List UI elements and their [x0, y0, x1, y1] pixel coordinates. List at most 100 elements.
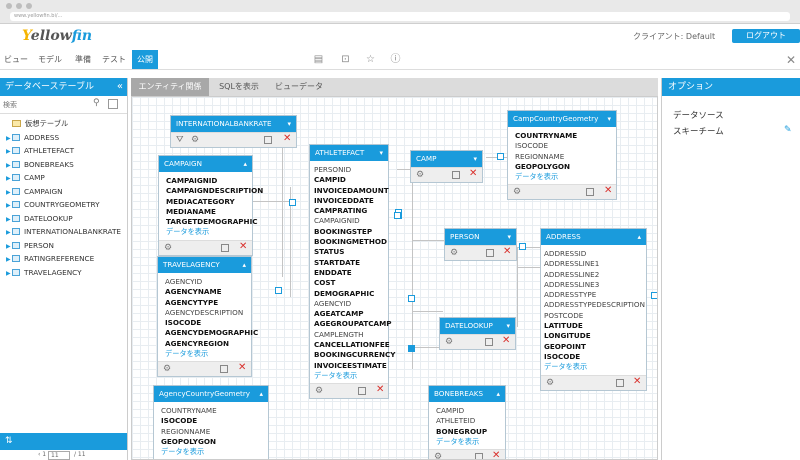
- delete-icon[interactable]: ✕: [283, 133, 291, 144]
- field[interactable]: TARGETDEMOGRAPHIC: [166, 217, 258, 227]
- settings-icon[interactable]: ⚙: [513, 187, 521, 197]
- field[interactable]: ATHLETEID: [436, 416, 500, 426]
- delete-icon[interactable]: ✕: [633, 376, 641, 387]
- entity-agencycountrygeometry[interactable]: AgencyCountryGeometry ▴ COUNTRYNAME ISOCO…: [153, 385, 269, 459]
- entity-header[interactable]: AgencyCountryGeometry ▴: [154, 386, 268, 402]
- copy-icon[interactable]: [452, 171, 460, 179]
- entity-header[interactable]: CAMP ▾: [411, 151, 482, 167]
- field[interactable]: AGENCYTYPE: [165, 298, 246, 308]
- field[interactable]: GEOPOLYGON: [161, 437, 263, 447]
- menu-test[interactable]: テスト: [102, 50, 126, 69]
- lock-icon[interactable]: ⊡: [340, 54, 351, 65]
- logout-button[interactable]: ログアウト: [732, 29, 800, 43]
- field[interactable]: CAMPRATING: [314, 206, 383, 216]
- yellowfin-logo[interactable]: Yellowfin: [22, 28, 92, 44]
- field[interactable]: ADDRESSTYPEDESCRIPTION: [544, 300, 645, 310]
- entity-person[interactable]: PERSON ▾ ⚙ ✕: [444, 228, 517, 261]
- field[interactable]: LONGITUDE: [544, 331, 641, 341]
- filter-icon[interactable]: ⛛: [176, 135, 184, 145]
- copy-icon[interactable]: [475, 453, 483, 459]
- tree-item-campaign[interactable]: ▶ CAMPAIGN: [0, 185, 127, 199]
- tree-item-bonebreaks[interactable]: ▶ BONEBREAKS: [0, 158, 127, 172]
- tree-item-travelagency[interactable]: ▶ TRAVELAGENCY: [0, 266, 127, 280]
- entity-header[interactable]: ATHLETEFACT ▾: [310, 145, 388, 161]
- entity-campaign[interactable]: CAMPAIGN ▴ CAMPAIGNID CAMPAIGNDESCRIPTION…: [158, 155, 263, 256]
- field[interactable]: COUNTRYNAME: [161, 406, 263, 416]
- settings-icon[interactable]: ⚙: [450, 248, 458, 258]
- delete-icon[interactable]: ✕: [503, 246, 511, 257]
- tree-item-virtual-table[interactable]: 仮想テーブル: [0, 117, 127, 131]
- field[interactable]: BONEGROUP: [436, 427, 500, 437]
- field[interactable]: CAMPID: [436, 406, 500, 416]
- star-icon[interactable]: ☆: [365, 54, 376, 65]
- field[interactable]: INVOICEDDATE: [314, 196, 383, 206]
- field[interactable]: AGENCYREGION: [165, 339, 246, 349]
- minimize-window-dot[interactable]: [16, 3, 22, 9]
- field[interactable]: CAMPLENGTH: [314, 330, 383, 340]
- entity-datelookup[interactable]: DATELOOKUP ▾ ⚙ ✕: [439, 317, 516, 350]
- tree-item-ratingreference[interactable]: ▶ RATINGREFERENCE: [0, 252, 127, 266]
- field[interactable]: LATITUDE: [544, 321, 641, 331]
- field[interactable]: AGEATCAMP: [314, 309, 383, 319]
- collapse-icon[interactable]: «: [117, 78, 123, 96]
- field[interactable]: ISOCODE: [161, 416, 263, 426]
- field[interactable]: ISOCODE: [165, 318, 246, 328]
- copy-icon[interactable]: [220, 365, 228, 374]
- field[interactable]: ISOCODE: [515, 141, 611, 151]
- field[interactable]: CAMPAIGNID: [166, 176, 247, 186]
- settings-icon[interactable]: ⚙: [163, 364, 171, 374]
- show-data-link[interactable]: データを表示: [544, 362, 641, 372]
- menu-view[interactable]: ビュー: [4, 50, 28, 69]
- tree-item-internationalbankrate[interactable]: ▶ INTERNATIONALBANKRATE: [0, 225, 127, 239]
- option-data-source[interactable]: データソース: [673, 109, 724, 121]
- copy-icon[interactable]: [486, 249, 494, 257]
- field[interactable]: AGENCYID: [314, 299, 383, 309]
- option-schema[interactable]: スキーチーム: [673, 125, 724, 137]
- field[interactable]: BOOKINGSTEP: [314, 227, 383, 237]
- show-data-link[interactable]: データを表示: [314, 371, 383, 381]
- search-icon[interactable]: ⚲: [93, 98, 100, 108]
- show-data-link[interactable]: データを表示: [165, 349, 246, 359]
- info-icon[interactable]: ⓘ: [390, 54, 401, 65]
- copy-icon[interactable]: [616, 378, 624, 387]
- delete-icon[interactable]: ✕: [469, 168, 477, 179]
- show-data-link[interactable]: データを表示: [436, 437, 500, 447]
- show-data-link[interactable]: データを表示: [515, 172, 611, 182]
- page-input[interactable]: 11: [48, 451, 70, 460]
- entity-internationalbankrate[interactable]: INTERNATIONALBANKRATE ▾ ⛛ ⚙ ✕: [170, 115, 297, 148]
- field[interactable]: MEDIANAME: [166, 207, 247, 217]
- join-marker[interactable]: [289, 199, 296, 206]
- entity-header[interactable]: CampCountryGeometry ▾: [508, 111, 616, 127]
- join-marker[interactable]: [497, 153, 504, 160]
- entity-header[interactable]: PERSON ▾: [445, 229, 516, 245]
- tab-view-data[interactable]: ビューデータ: [269, 78, 329, 96]
- field[interactable]: ISOCODE: [544, 352, 641, 362]
- field[interactable]: MEDIACATEGORY: [166, 197, 247, 207]
- field[interactable]: REGIONNAME: [515, 152, 611, 162]
- field[interactable]: AGENCYNAME: [165, 287, 246, 297]
- entity-header[interactable]: DATELOOKUP ▾: [440, 318, 515, 334]
- entity-travelagency[interactable]: TRAVELAGENCY ▴ AGENCYID AGENCYNAME AGENCY…: [157, 256, 258, 378]
- copy-icon[interactable]: [264, 136, 272, 144]
- join-marker[interactable]: [275, 287, 282, 294]
- layout-icon[interactable]: [108, 99, 118, 109]
- edit-pencil-icon[interactable]: ✎: [784, 125, 792, 135]
- tree-item-address[interactable]: ▶ ADDRESS: [0, 131, 127, 145]
- field[interactable]: ADDRESSLINE3: [544, 280, 641, 290]
- join-marker[interactable]: [651, 292, 657, 299]
- field[interactable]: ADDRESSLINE2: [544, 270, 641, 280]
- entity-header[interactable]: ADDRESS ▴: [541, 229, 646, 245]
- settings-icon[interactable]: ⚙: [191, 135, 199, 145]
- entity-camp[interactable]: CAMP ▾ ⚙ ✕: [410, 150, 483, 183]
- pager-prev[interactable]: ‹ 1: [38, 451, 46, 458]
- settings-icon[interactable]: ⚙: [546, 378, 554, 388]
- close-window-dot[interactable]: [6, 3, 12, 9]
- entity-header[interactable]: TRAVELAGENCY ▴: [158, 257, 251, 273]
- delete-icon[interactable]: ✕: [238, 362, 246, 373]
- copy-icon[interactable]: [586, 188, 594, 197]
- join-marker[interactable]: [408, 345, 415, 352]
- field[interactable]: BOOKINGMETHOD: [314, 237, 387, 247]
- maximize-window-dot[interactable]: [26, 3, 32, 9]
- show-data-link[interactable]: データを表示: [161, 447, 263, 457]
- field[interactable]: COST: [314, 278, 383, 288]
